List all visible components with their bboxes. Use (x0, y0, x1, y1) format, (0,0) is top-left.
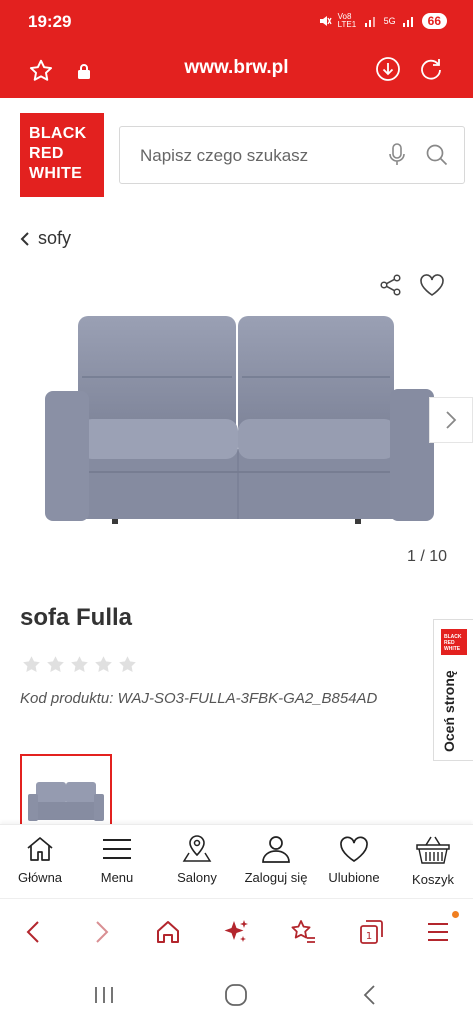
svg-text:1: 1 (366, 931, 372, 942)
nav-item-stores[interactable]: Salony (157, 835, 237, 885)
search-input[interactable]: Napisz czego szukasz (119, 126, 465, 184)
heart-icon (340, 836, 368, 862)
signal-icon-2 (402, 17, 413, 27)
map-pin-icon (182, 835, 212, 862)
browser-forward-button[interactable] (85, 915, 119, 949)
android-nav-bar (0, 964, 473, 1024)
rating-stars[interactable] (22, 655, 137, 674)
battery-badge: 66 (421, 13, 447, 29)
logo-line: BLACK (29, 125, 87, 142)
nav-item-cart[interactable]: Koszyk (393, 835, 473, 887)
arrow-right-icon (96, 921, 109, 943)
notification-dot (452, 911, 459, 918)
star-icon[interactable] (118, 655, 137, 674)
home-nav-button[interactable] (221, 980, 251, 1010)
browser-toolbar: 1 (0, 898, 473, 964)
browser-home-button[interactable] (151, 915, 185, 949)
browser-tabs-button[interactable]: 1 (354, 915, 388, 949)
arrow-left-icon (26, 921, 39, 943)
back-nav-button[interactable] (354, 980, 384, 1010)
recent-apps-icon (95, 987, 113, 1003)
mute-icon (319, 16, 332, 26)
breadcrumb-label[interactable]: sofy (38, 228, 71, 249)
nav-item-favorites[interactable]: Ulubione (314, 835, 394, 885)
browser-back-button[interactable] (16, 915, 50, 949)
search-icon[interactable] (423, 141, 451, 169)
url-bar[interactable]: www.brw.pl (0, 44, 473, 98)
network-label-2: 5G (383, 16, 396, 26)
rate-page-tab[interactable]: BLACK RED WHITE Oceń stronę (433, 619, 473, 761)
nav-item-login[interactable]: Zaloguj się (236, 835, 316, 885)
rate-page-label: Oceń stronę (441, 670, 457, 752)
search-placeholder: Napisz czego szukasz (140, 146, 309, 165)
status-icons: Vo8 LTE1 5G 66 (318, 13, 447, 29)
nav-label: Koszyk (412, 872, 454, 887)
gallery-next-button[interactable] (429, 397, 473, 443)
logo-line: RED (29, 145, 64, 162)
mini-brand-logo: BLACK RED WHITE (441, 629, 467, 655)
basket-icon (416, 836, 450, 864)
nav-label: Menu (100, 870, 134, 885)
status-time: 19:29 (28, 12, 72, 31)
browser-bookmarks-button[interactable] (286, 915, 320, 949)
sparkle-icon (224, 920, 248, 942)
product-code: Kod produktu: WAJ-SO3-FULLA-3FBK-GA2_B85… (20, 690, 378, 707)
brand-logo[interactable]: BLACK RED WHITE (20, 113, 104, 197)
signal-icon (364, 17, 375, 27)
gallery-thumbnail[interactable] (20, 754, 112, 834)
product-image[interactable] (42, 309, 442, 525)
breadcrumb[interactable]: sofy (20, 228, 71, 249)
microphone-icon[interactable] (384, 141, 410, 169)
download-icon[interactable] (373, 54, 403, 84)
browser-menu-button[interactable] (421, 915, 455, 949)
share-icon[interactable] (379, 273, 403, 297)
browser-top-bar: 19:29 Vo8 LTE1 5G 66 www.brw.pl (0, 0, 473, 98)
reload-icon[interactable] (416, 54, 446, 84)
site-bottom-nav: Główna Menu Salony Zaloguj się Ulubione … (0, 824, 473, 898)
circle-home-icon (225, 984, 247, 1006)
browser-assistant-button[interactable] (219, 915, 253, 949)
home-icon (157, 921, 179, 943)
hamburger-icon (428, 923, 448, 941)
star-icon[interactable] (22, 655, 41, 674)
status-bar: 19:29 Vo8 LTE1 5G 66 (0, 0, 473, 44)
nav-item-menu[interactable]: Menu (77, 835, 157, 885)
star-icon[interactable] (70, 655, 89, 674)
user-icon (262, 836, 290, 863)
gallery-counter: 1 / 10 (406, 548, 447, 565)
nav-label: Ulubione (328, 870, 380, 885)
chevron-left-icon (363, 985, 375, 1005)
star-icon[interactable] (46, 655, 65, 674)
hamburger-icon (103, 839, 131, 859)
heart-icon[interactable] (419, 273, 445, 297)
gallery-actions (379, 273, 445, 297)
chevron-right-icon (446, 411, 457, 429)
logo-line: WHITE (29, 165, 83, 182)
nav-item-home[interactable]: Główna (0, 835, 80, 885)
tabs-icon: 1 (360, 920, 383, 944)
thumbnail-sofa-image (28, 782, 104, 821)
home-icon (27, 837, 53, 861)
recent-apps-button[interactable] (89, 980, 119, 1010)
star-icon[interactable] (94, 655, 113, 674)
nav-label: Główna (17, 870, 63, 885)
chevron-left-icon (20, 231, 29, 246)
star-list-icon (291, 920, 315, 943)
product-title: sofa Fulla (20, 604, 133, 631)
nav-label: Zaloguj się (244, 870, 308, 885)
network-label-1: Vo8 LTE1 (337, 12, 357, 29)
nav-label: Salony (177, 870, 217, 885)
